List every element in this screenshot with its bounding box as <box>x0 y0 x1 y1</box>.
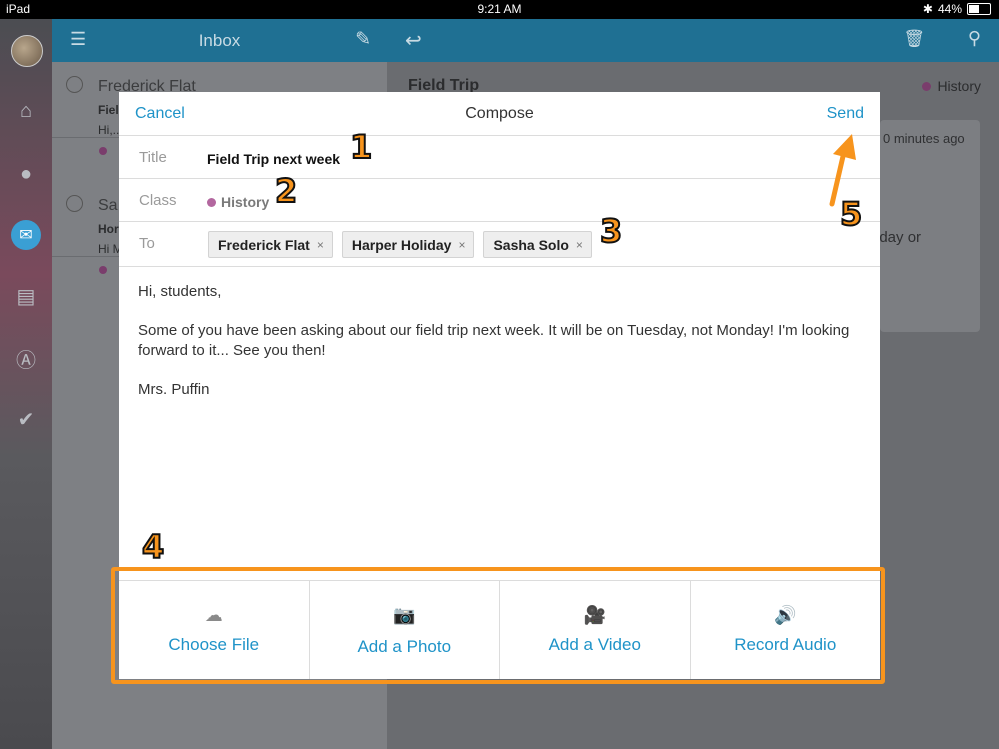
list-icon[interactable]: ▤ <box>0 276 52 316</box>
recipient-name: Sasha Solo <box>493 236 569 253</box>
status-bar: iPad 9:21 AM ✱ 44% <box>0 0 999 19</box>
mail-icon[interactable]: ✉ <box>0 215 52 255</box>
callout-3: 3 <box>599 211 623 251</box>
detail-class: History <box>922 78 981 94</box>
status-right: ✱ 44% <box>923 2 991 16</box>
home-icon[interactable]: ⌂ <box>0 91 52 131</box>
detail-class-label: History <box>937 78 981 94</box>
compose-header: Cancel Compose Send <box>119 92 880 136</box>
bluetooth-icon: ✱ <box>922 2 933 16</box>
remove-recipient-icon[interactable]: × <box>576 238 583 252</box>
callout-4: 4 <box>141 527 165 567</box>
title-label: Title <box>139 149 167 166</box>
recipient-name: Harper Holiday <box>351 236 452 253</box>
class-dot <box>922 81 932 91</box>
recipient-chip[interactable]: Sasha Solo × <box>483 231 592 258</box>
message-subject: Hor <box>98 222 119 236</box>
title-row[interactable]: Title Field Trip next week <box>119 136 880 179</box>
detail-timestamp: 0 minutes ago <box>883 131 965 146</box>
attachment-highlight <box>111 567 885 684</box>
class-label: Class <box>139 192 177 209</box>
remove-recipient-icon[interactable]: × <box>317 238 324 252</box>
class-row[interactable]: Class History <box>119 179 880 222</box>
compose-title: Compose <box>465 105 534 122</box>
select-circle[interactable] <box>66 76 83 93</box>
callout-2: 2 <box>274 171 298 211</box>
to-label: To <box>139 235 155 252</box>
apple-icon[interactable]: ● <box>0 154 52 194</box>
send-arrow-icon <box>829 134 856 207</box>
compose-dialog: Cancel Compose Send Title Field Trip nex… <box>119 92 880 580</box>
body-paragraph: Some of you have been asking about our f… <box>138 322 850 359</box>
message-card <box>880 120 980 332</box>
message-from: Sa <box>98 197 118 214</box>
callout-1: 1 <box>349 127 373 167</box>
body-greeting: Hi, students, <box>138 283 222 300</box>
recipient-chips: Frederick Flat × Harper Holiday × Sasha So… <box>208 231 592 258</box>
clock: 9:21 AM <box>477 2 522 16</box>
remove-recipient-icon[interactable]: × <box>458 238 465 252</box>
nav-rail: ⌂ ● ✉ ▤ Ⓐ ✔ <box>0 19 52 749</box>
search-icon[interactable]: ⚲ <box>968 28 981 49</box>
detail-header: ↩ 🗑 ⚲ <box>387 19 999 62</box>
checkmark-icon[interactable]: ✔ <box>0 399 52 439</box>
battery-icon <box>967 3 991 15</box>
recipient-chip[interactable]: Frederick Flat × <box>208 231 333 258</box>
class-value: History <box>221 194 270 210</box>
class-dot <box>207 197 216 207</box>
class-selector[interactable]: History <box>207 194 269 210</box>
select-circle[interactable] <box>66 195 83 212</box>
grade-icon[interactable]: Ⓐ <box>0 338 52 378</box>
body-signature: Mrs. Puffin <box>138 381 210 398</box>
avatar[interactable] <box>11 35 43 67</box>
battery-percent: 44% <box>937 2 962 16</box>
to-row[interactable]: To Frederick Flat × Harper Holiday × Sasha… <box>119 222 880 267</box>
title-field[interactable]: Field Trip next week <box>207 151 340 167</box>
class-dot <box>99 266 107 274</box>
trash-icon[interactable]: 🗑 <box>903 29 925 49</box>
send-button[interactable]: Send <box>827 105 864 123</box>
reply-icon[interactable]: ↩ <box>405 28 422 53</box>
message-subject: Fiel <box>98 103 119 117</box>
recipient-chip[interactable]: Harper Holiday × <box>341 231 475 258</box>
recipient-name: Frederick Flat <box>218 236 310 253</box>
message-body[interactable]: Hi, students, Some of you have been aski… <box>138 282 868 419</box>
